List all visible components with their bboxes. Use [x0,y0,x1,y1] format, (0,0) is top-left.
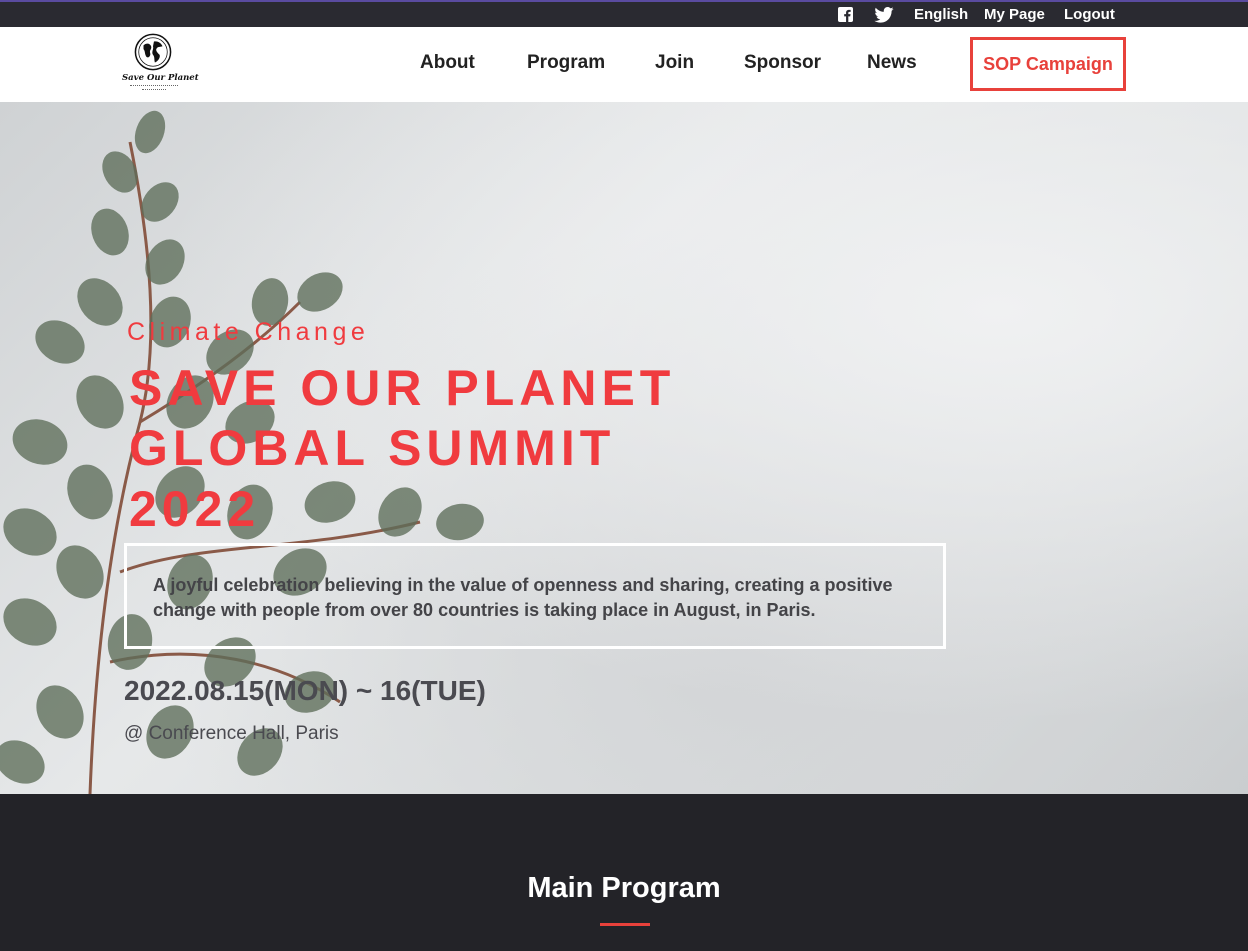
site-header: Save Our Planet About Program Join Spons… [0,27,1248,102]
site-logo[interactable]: Save Our Planet [122,32,199,94]
section-title-main-program: Main Program [527,872,721,904]
hero-title-line-3: 2022 [129,481,261,537]
nav-news[interactable]: News [867,52,917,74]
hero-eyebrow: Climate Change [127,318,370,346]
logo-tagline-line [130,85,178,87]
nav-sponsor[interactable]: Sponsor [744,52,821,74]
logo-text: Save Our Planet [122,73,199,83]
nav-program[interactable]: Program [527,52,605,74]
event-venue: @ Conference Hall, Paris [124,723,339,744]
twitter-icon[interactable] [874,7,894,23]
section-title-underline [600,923,650,926]
hero-description-box: A joyful celebration believing in the va… [124,543,946,649]
logout-link[interactable]: Logout [1064,6,1115,23]
nav-join[interactable]: Join [655,52,694,74]
my-page-link[interactable]: My Page [984,6,1045,23]
sop-campaign-button[interactable]: SOP Campaign [970,37,1126,91]
hero-title-line-1: SAVE OUR PLANET [129,360,676,416]
event-date: 2022.08.15(MON) ~ 16(TUE) [124,675,486,706]
facebook-icon[interactable] [838,7,853,22]
hero-description-line-1: A joyful celebration believing in the va… [153,575,893,595]
hero-banner: Climate Change SAVE OUR PLANET GLOBAL SU… [0,102,1248,794]
hero-title-line-2: GLOBAL SUMMIT [129,420,616,476]
top-utility-bar: English My Page Logout [0,0,1248,27]
globe-icon [134,33,172,71]
logo-tagline-line [142,89,166,91]
hero-description-line-2: change with people from over 80 countrie… [153,600,816,620]
nav-about[interactable]: About [420,52,475,74]
language-link[interactable]: English [914,6,968,23]
